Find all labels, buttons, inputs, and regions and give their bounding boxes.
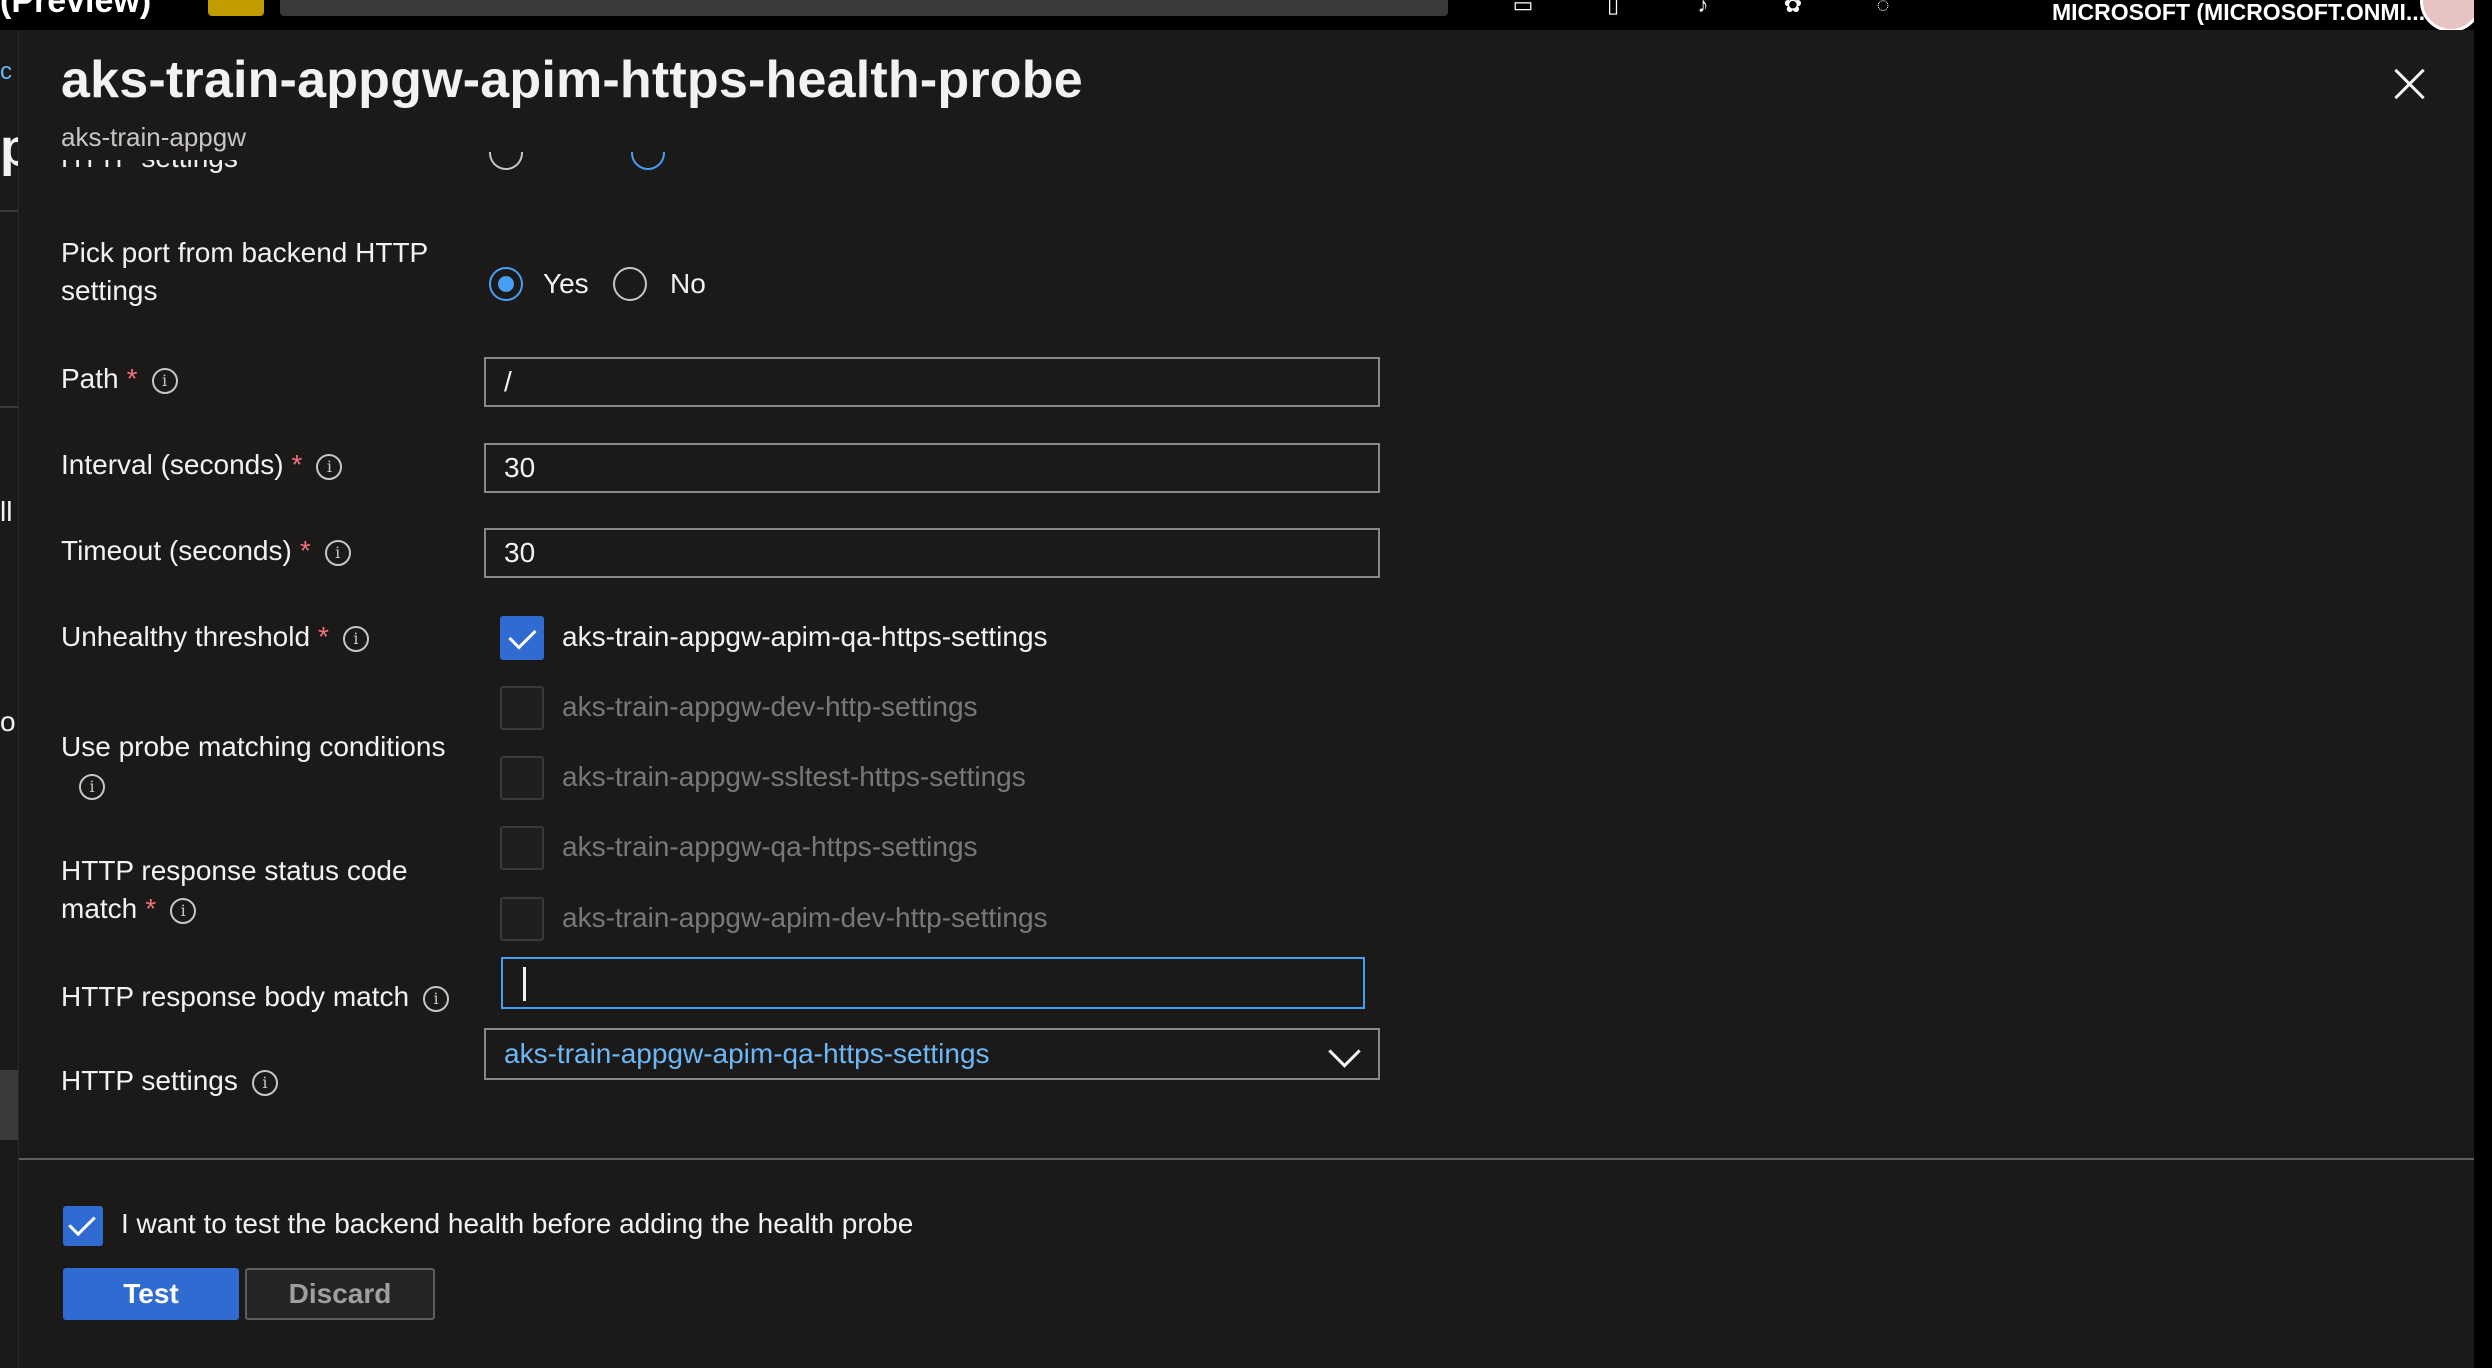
info-icon[interactable]: i — [251, 1069, 278, 1096]
test-health-checkbox[interactable] — [63, 1206, 103, 1246]
info-icon[interactable]: i — [316, 453, 343, 480]
info-icon[interactable]: i — [151, 367, 178, 394]
pick-port-yes-label: Yes — [543, 268, 589, 299]
test-button[interactable]: Test — [63, 1268, 239, 1320]
option-checkbox[interactable] — [500, 756, 544, 800]
timeout-input[interactable]: 30 — [484, 528, 1380, 578]
timeout-label: Timeout (seconds) * i — [61, 532, 351, 570]
discard-button[interactable]: Discard — [245, 1268, 435, 1320]
help-icon[interactable]: ◌ — [1868, 0, 1898, 16]
option-checkbox[interactable] — [500, 897, 544, 941]
pick-port-no-label: No — [670, 268, 706, 299]
background-page: c p ll o — [0, 30, 32, 1368]
panel-subtitle: aks-train-appgw — [61, 122, 246, 152]
option-label: aks-train-appgw-apim-qa-https-settings — [562, 621, 1048, 652]
top-bar: (Preview) ▭ ▯ ♪ ✿ ◌ ⌒ MICROSOFT (MICROSO… — [0, 0, 2492, 32]
info-icon[interactable]: i — [79, 773, 105, 800]
unhealthy-threshold-label: Unhealthy threshold * i — [61, 618, 369, 656]
directory-icon[interactable]: ▯ — [1598, 0, 1628, 16]
footer-divider — [19, 1158, 2492, 1160]
http-settings-label: HTTP settings i — [61, 1062, 278, 1100]
pick-port-no-radio[interactable] — [613, 267, 647, 301]
option-label: aks-train-appgw-qa-https-settings — [562, 831, 978, 862]
option-checkbox[interactable] — [500, 616, 544, 660]
background-divider — [0, 210, 18, 212]
preview-badge-icon — [208, 0, 264, 16]
probe-matching-info: i — [79, 766, 105, 804]
background-block — [0, 1070, 18, 1140]
option-label: aks-train-appgw-apim-dev-http-settings — [562, 902, 1048, 933]
http-settings-select[interactable]: aks-train-appgw-apim-qa-https-settings — [484, 1028, 1380, 1080]
interval-label: Interval (seconds) * i — [61, 446, 343, 484]
pick-port-label: Pick port from backend HTTP settings — [61, 237, 428, 306]
path-input[interactable]: / — [484, 357, 1380, 407]
option-label: aks-train-appgw-dev-http-settings — [562, 691, 978, 722]
info-icon[interactable]: i — [324, 539, 351, 566]
radio-partial[interactable] — [489, 152, 523, 170]
radio-partial[interactable] — [631, 152, 665, 170]
background-text-fragment: o — [0, 706, 16, 737]
panel-title: aks-train-appgw-apim-https-health-probe — [61, 51, 1083, 109]
background-link-fragment: c — [0, 58, 12, 85]
info-icon[interactable]: i — [342, 625, 369, 652]
probe-matching-label: Use probe matching conditions — [61, 731, 446, 762]
close-icon[interactable] — [2389, 64, 2429, 104]
info-icon[interactable]: i — [423, 985, 450, 1012]
background-divider — [0, 406, 18, 408]
settings-icon[interactable]: ✿ — [1778, 0, 1808, 16]
global-search-input[interactable] — [280, 0, 1448, 16]
portal-title: (Preview) — [0, 0, 152, 20]
feedback-icon[interactable]: ⌒ — [1958, 0, 1988, 16]
chevron-down-icon — [1330, 1040, 1356, 1066]
avatar[interactable] — [2420, 0, 2482, 32]
text-caret — [523, 967, 526, 1001]
tenant-name[interactable]: MICROSOFT (MICROSOFT.ONMI... — [2052, 0, 2425, 26]
notifications-icon[interactable]: ♪ — [1688, 0, 1718, 16]
background-text-fragment: ll — [0, 496, 13, 527]
test-health-checkbox-label: I want to test the backend health before… — [121, 1208, 914, 1239]
http-settings-radio-label-partial: HTTP settings — [61, 160, 361, 186]
dropdown-filter-input[interactable] — [501, 957, 1365, 1009]
http-settings-dropdown-list: aks-train-appgw-apim-qa-https-settings a… — [484, 584, 1380, 974]
health-probe-panel: aks-train-appgw-apim-https-health-probe … — [18, 30, 2492, 1368]
panel-edge — [2474, 0, 2492, 1368]
interval-input[interactable]: 30 — [484, 443, 1380, 493]
cloud-shell-icon[interactable]: ▭ — [1508, 0, 1538, 16]
option-label: aks-train-appgw-ssltest-https-settings — [562, 761, 1026, 792]
pick-port-yes-radio[interactable] — [489, 267, 523, 301]
status-code-label: HTTP response status code match * i — [61, 855, 408, 924]
path-label: Path * i — [61, 360, 178, 398]
body-match-label: HTTP response body match i — [61, 978, 450, 1016]
http-settings-selected-value: aks-train-appgw-apim-qa-https-settings — [504, 1038, 990, 1069]
option-checkbox[interactable] — [500, 826, 544, 870]
option-checkbox[interactable] — [500, 686, 544, 730]
info-icon[interactable]: i — [170, 897, 197, 924]
